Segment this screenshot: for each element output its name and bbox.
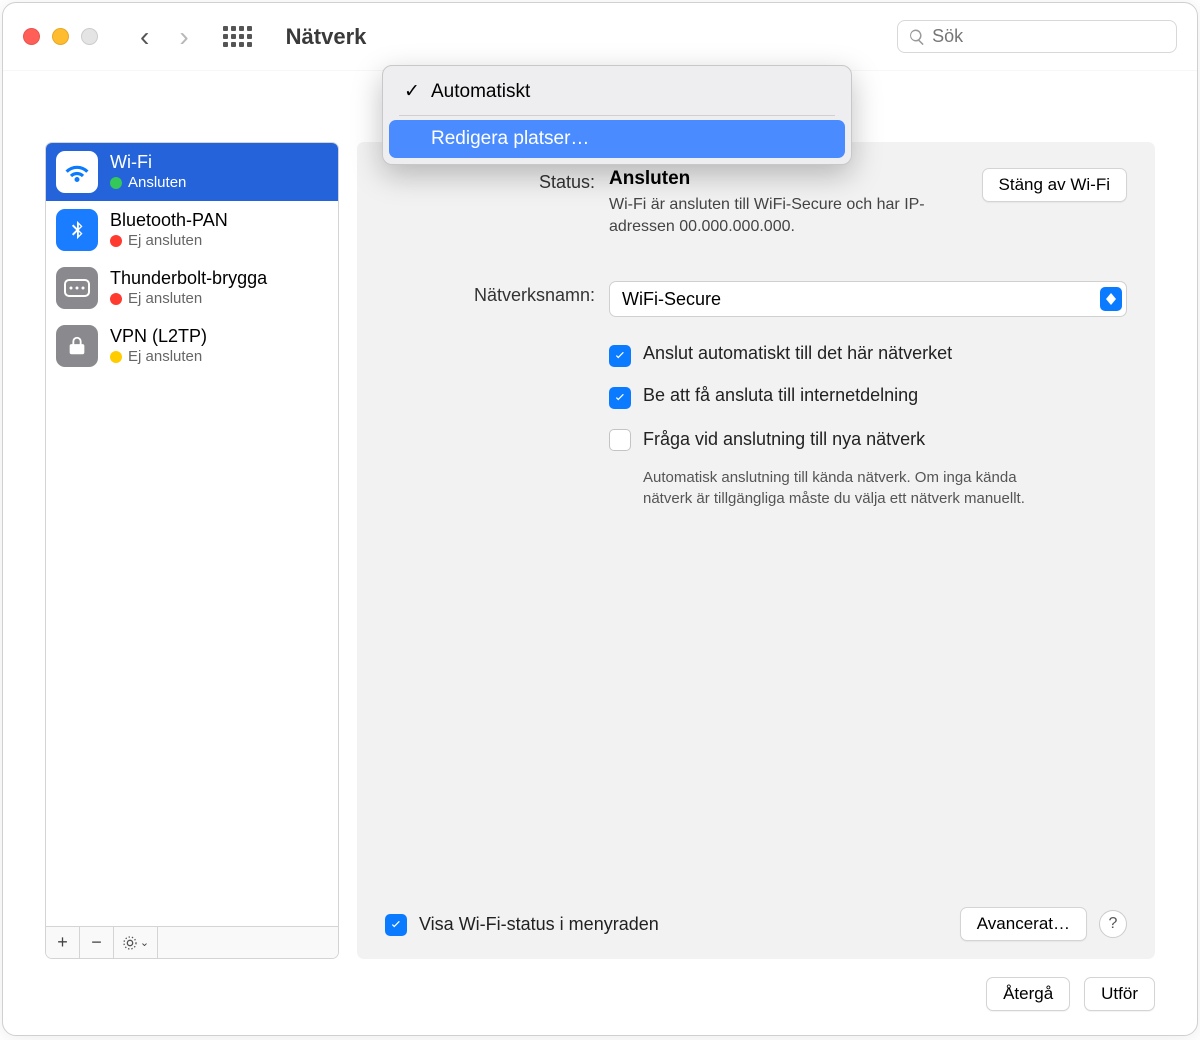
nav-arrows: ‹ › xyxy=(140,21,189,53)
network-name-value: WiFi-Secure xyxy=(622,289,721,310)
check-icon xyxy=(613,349,627,363)
location-option-automatic[interactable]: ✓ Automatiskt xyxy=(389,72,845,111)
titlebar: ‹ › Nätverk xyxy=(3,3,1197,71)
location-option-label: Automatiskt xyxy=(431,81,530,103)
wifi-icon xyxy=(56,151,98,193)
window-title: Nätverk xyxy=(286,24,367,50)
remove-service-button[interactable]: − xyxy=(80,927,114,958)
advanced-button[interactable]: Avancerat… xyxy=(960,907,1087,941)
service-name: VPN (L2TP) xyxy=(110,325,207,348)
service-name: Wi-Fi xyxy=(110,151,186,174)
service-item-bluetooth[interactable]: Bluetooth-PAN Ej ansluten xyxy=(46,201,338,259)
ask-hotspot-checkbox[interactable] xyxy=(609,387,631,409)
service-name: Bluetooth-PAN xyxy=(110,209,228,232)
turn-wifi-off-button[interactable]: Stäng av Wi-Fi xyxy=(982,168,1127,202)
status-dot-icon xyxy=(110,293,122,305)
bluetooth-icon xyxy=(56,209,98,251)
search-icon xyxy=(908,27,926,47)
minimize-window-button[interactable] xyxy=(52,28,69,45)
main-row: Wi-Fi Ansluten Bluetooth-PAN xyxy=(45,142,1155,959)
auto-join-checkbox[interactable] xyxy=(609,345,631,367)
location-option-label: Redigera platser… xyxy=(431,128,589,150)
sidebar-toolbar: + − ⌄ xyxy=(46,926,338,958)
status-dot-icon xyxy=(110,235,122,247)
location-dropdown-menu: ✓ Automatiskt Redigera platser… xyxy=(382,65,852,165)
service-item-wifi[interactable]: Wi-Fi Ansluten xyxy=(46,143,338,201)
location-option-edit[interactable]: Redigera platser… xyxy=(389,120,845,158)
service-item-vpn[interactable]: VPN (L2TP) Ej ansluten xyxy=(46,317,338,375)
revert-button[interactable]: Återgå xyxy=(986,977,1070,1011)
service-item-thunderbolt[interactable]: Thunderbolt-brygga Ej ansluten xyxy=(46,259,338,317)
search-field[interactable] xyxy=(897,20,1177,53)
ask-new-networks-checkbox[interactable] xyxy=(609,429,631,451)
add-service-button[interactable]: + xyxy=(46,927,80,958)
service-status: Ej ansluten xyxy=(128,348,202,367)
ask-hotspot-label: Be att få ansluta till internetdelning xyxy=(643,385,918,406)
detail-footer: Visa Wi-Fi-status i menyraden Avancerat…… xyxy=(385,907,1127,941)
window-controls xyxy=(23,28,98,45)
service-list: Wi-Fi Ansluten Bluetooth-PAN xyxy=(46,143,338,926)
select-arrows-icon xyxy=(1100,287,1122,311)
thunderbolt-bridge-icon xyxy=(56,267,98,309)
sidebar-toolbar-spacer xyxy=(158,927,338,958)
service-name: Thunderbolt-brygga xyxy=(110,267,267,290)
back-button[interactable]: ‹ xyxy=(140,21,149,53)
service-status: Ej ansluten xyxy=(128,232,202,251)
network-name-label: Nätverksnamn: xyxy=(385,281,595,306)
chevron-down-icon: ⌄ xyxy=(140,936,149,949)
content: Plats ✓ Automatiskt Redigera platser… xyxy=(3,71,1197,1035)
apply-button[interactable]: Utför xyxy=(1084,977,1155,1011)
network-name-select[interactable]: WiFi-Secure xyxy=(609,281,1127,317)
status-dot-icon xyxy=(110,351,122,363)
ask-new-networks-hint: Automatisk anslutning till kända nätverk… xyxy=(643,467,1043,509)
show-status-menubar-checkbox[interactable] xyxy=(385,914,407,936)
show-all-icon[interactable] xyxy=(223,26,252,47)
service-status: Ansluten xyxy=(128,174,186,193)
help-button[interactable]: ? xyxy=(1099,910,1127,938)
location-row: Plats ✓ Automatiskt Redigera platser… xyxy=(45,101,1155,122)
forward-button[interactable]: › xyxy=(179,21,188,53)
menu-separator xyxy=(399,115,835,116)
service-actions-button[interactable]: ⌄ xyxy=(114,927,158,958)
search-input[interactable] xyxy=(932,26,1166,47)
auto-join-label: Anslut automatiskt till det här nätverke… xyxy=(643,343,952,364)
check-icon xyxy=(613,391,627,405)
ask-new-networks-label: Fråga vid anslutning till nya nätverk xyxy=(643,429,925,450)
status-label: Status: xyxy=(385,168,595,193)
show-status-menubar-label: Visa Wi-Fi-status i menyraden xyxy=(419,914,659,935)
checkmark-icon: ✓ xyxy=(403,80,421,103)
lock-icon xyxy=(56,325,98,367)
close-window-button[interactable] xyxy=(23,28,40,45)
gear-icon xyxy=(122,935,138,951)
service-status: Ej ansluten xyxy=(128,290,202,309)
status-value: Ansluten xyxy=(609,168,968,190)
status-dot-icon xyxy=(110,177,122,189)
status-description: Wi-Fi är ansluten till WiFi-Secure och h… xyxy=(609,194,968,237)
window: ‹ › Nätverk Plats ✓ Automatiskt xyxy=(2,2,1198,1036)
bottom-bar: Återgå Utför xyxy=(45,959,1155,1011)
detail-panel: Status: Ansluten Wi-Fi är ansluten till … xyxy=(357,142,1155,959)
check-icon xyxy=(389,918,403,932)
zoom-window-button[interactable] xyxy=(81,28,98,45)
service-sidebar: Wi-Fi Ansluten Bluetooth-PAN xyxy=(45,142,339,959)
